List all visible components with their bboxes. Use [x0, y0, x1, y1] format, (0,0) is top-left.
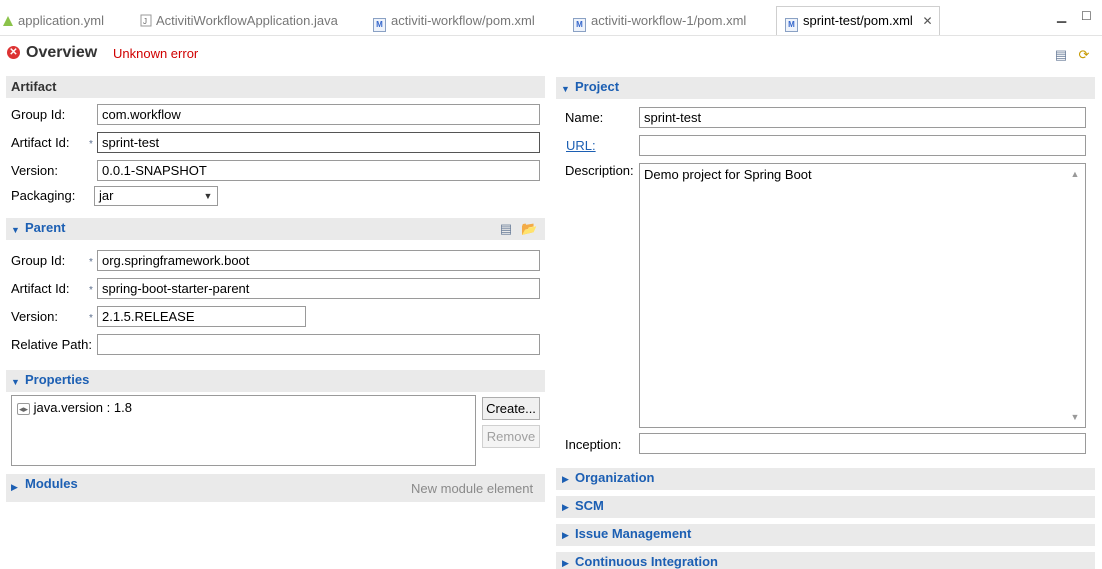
collapse-triangle-icon[interactable]: ▶ — [562, 558, 569, 569]
error-message: Unknown error — [113, 46, 199, 61]
chevron-down-icon: ▼ — [203, 191, 213, 201]
artifact-group-id-input[interactable]: com.workflow — [97, 104, 540, 125]
expand-triangle-icon[interactable]: ▼ — [11, 225, 20, 235]
remove-property-button[interactable]: Remove — [482, 425, 540, 448]
maven-pom-icon: M — [573, 18, 586, 32]
continuous-integration-section-title: Continuous Integration — [575, 554, 718, 569]
description-text: Demo project for Spring Boot — [644, 167, 812, 182]
collapse-triangle-icon[interactable]: ▶ — [562, 530, 569, 541]
tab-label: ActivitiWorkflowApplication.java — [156, 13, 338, 28]
maven-pom-icon: M — [373, 18, 386, 32]
artifact-artifact-id-label: Artifact Id: — [11, 135, 70, 150]
tab-label: sprint-test/pom.xml — [803, 13, 913, 28]
page-title: Overview — [26, 44, 98, 61]
list-item[interactable]: ◂▸ java.version : 1.8 — [17, 400, 132, 415]
properties-list[interactable]: ◂▸ java.version : 1.8 — [11, 395, 476, 466]
required-marker: * — [89, 139, 93, 150]
scroll-down-icon[interactable]: ▼ — [1069, 411, 1081, 423]
java-file-icon: J — [140, 10, 152, 27]
collapse-triangle-icon[interactable]: ▶ — [562, 474, 569, 485]
collapse-triangle-icon[interactable]: ▶ — [562, 502, 569, 513]
parent-section-title: Parent — [25, 220, 66, 235]
modules-section-title: Modules — [25, 476, 78, 491]
project-name-input[interactable]: sprint-test — [639, 107, 1086, 128]
open-parent-icon[interactable]: ▤ — [498, 221, 514, 237]
packaging-select[interactable]: jar ▼ — [94, 186, 218, 206]
expand-triangle-icon[interactable]: ▼ — [11, 377, 20, 387]
effective-pom-icon[interactable]: ▤ — [1053, 47, 1069, 63]
packaging-label: Packaging: — [11, 188, 76, 203]
parent-version-label: Version: — [11, 309, 58, 324]
relative-path-input[interactable] — [97, 334, 540, 355]
error-icon: ✕ — [7, 46, 20, 59]
parent-artifact-id-input[interactable]: spring-boot-starter-parent — [97, 278, 540, 299]
tab-activiti-workflow-application-java[interactable]: J ActivitiWorkflowApplication.java — [140, 8, 338, 34]
project-description-label: Description: — [565, 163, 634, 178]
parent-artifact-id-label: Artifact Id: — [11, 281, 70, 296]
artifact-artifact-id-input[interactable]: sprint-test — [97, 132, 540, 153]
packaging-value: jar — [99, 188, 114, 203]
tab-label: activiti-workflow-1/pom.xml — [591, 13, 747, 28]
project-name-label: Name: — [565, 110, 604, 125]
artifact-version-input[interactable]: 0.0.1-SNAPSHOT — [97, 160, 540, 181]
project-section-title: Project — [575, 79, 620, 94]
project-inception-input[interactable] — [639, 433, 1086, 454]
required-marker: * — [89, 257, 93, 268]
tab-label: activiti-workflow/pom.xml — [391, 13, 535, 28]
editor-tab-bar: application.yml J ActivitiWorkflowApplica… — [0, 0, 1102, 36]
property-text: java.version : 1.8 — [33, 400, 132, 415]
project-inception-label: Inception: — [565, 437, 622, 452]
property-icon: ◂▸ — [17, 403, 31, 415]
artifact-section-title: Artifact — [11, 79, 57, 94]
parent-group-id-label: Group Id: — [11, 253, 66, 268]
issue-management-section-title: Issue Management — [575, 526, 692, 541]
expand-triangle-icon[interactable]: ▼ — [561, 84, 570, 94]
folder-open-icon[interactable]: 📂 — [521, 221, 537, 237]
tab-application-yml[interactable]: application.yml — [2, 8, 104, 34]
svg-text:J: J — [143, 17, 147, 26]
tab-activiti-workflow-1-pom[interactable]: Mactiviti-workflow-1/pom.xml — [573, 8, 746, 34]
required-marker: * — [89, 313, 93, 324]
project-section-header[interactable] — [556, 77, 1095, 99]
tab-activiti-workflow-pom[interactable]: Mactiviti-workflow/pom.xml — [373, 8, 535, 34]
maximize-icon[interactable]: ☐ — [1081, 10, 1093, 22]
collapse-triangle-icon[interactable]: ▶ — [11, 482, 18, 493]
artifact-section-header — [6, 76, 545, 98]
refresh-icon[interactable]: ⟳ — [1076, 47, 1092, 63]
parent-version-input[interactable]: 2.1.5.RELEASE — [97, 306, 306, 327]
artifact-group-id-label: Group Id: — [11, 107, 66, 122]
scm-section-header[interactable] — [556, 496, 1095, 518]
create-property-button[interactable]: Create... — [482, 397, 540, 420]
minimize-icon[interactable]: ▁ — [1057, 10, 1069, 22]
close-tab-icon[interactable]: ✕ — [922, 14, 932, 28]
properties-section-title: Properties — [25, 372, 90, 387]
artifact-version-label: Version: — [11, 163, 58, 178]
project-description-textarea[interactable]: Demo project for Spring Boot ▲ ▼ — [639, 163, 1086, 428]
parent-section-header[interactable] — [6, 218, 545, 240]
yml-file-icon — [2, 10, 14, 26]
organization-section-title: Organization — [575, 470, 655, 485]
new-module-link[interactable]: New module element — [411, 481, 533, 496]
tab-sprint-test-pom[interactable]: Msprint-test/pom.xml ✕ — [776, 6, 940, 35]
project-url-input[interactable] — [639, 135, 1086, 156]
scm-section-title: SCM — [575, 498, 604, 513]
project-url-link[interactable]: URL: — [566, 138, 596, 153]
relative-path-label: Relative Path: — [11, 337, 92, 352]
scroll-up-icon[interactable]: ▲ — [1069, 168, 1081, 180]
tab-label: application.yml — [18, 13, 104, 28]
required-marker: * — [89, 285, 93, 296]
parent-group-id-input[interactable]: org.springframework.boot — [97, 250, 540, 271]
maven-pom-icon: M — [785, 18, 798, 32]
